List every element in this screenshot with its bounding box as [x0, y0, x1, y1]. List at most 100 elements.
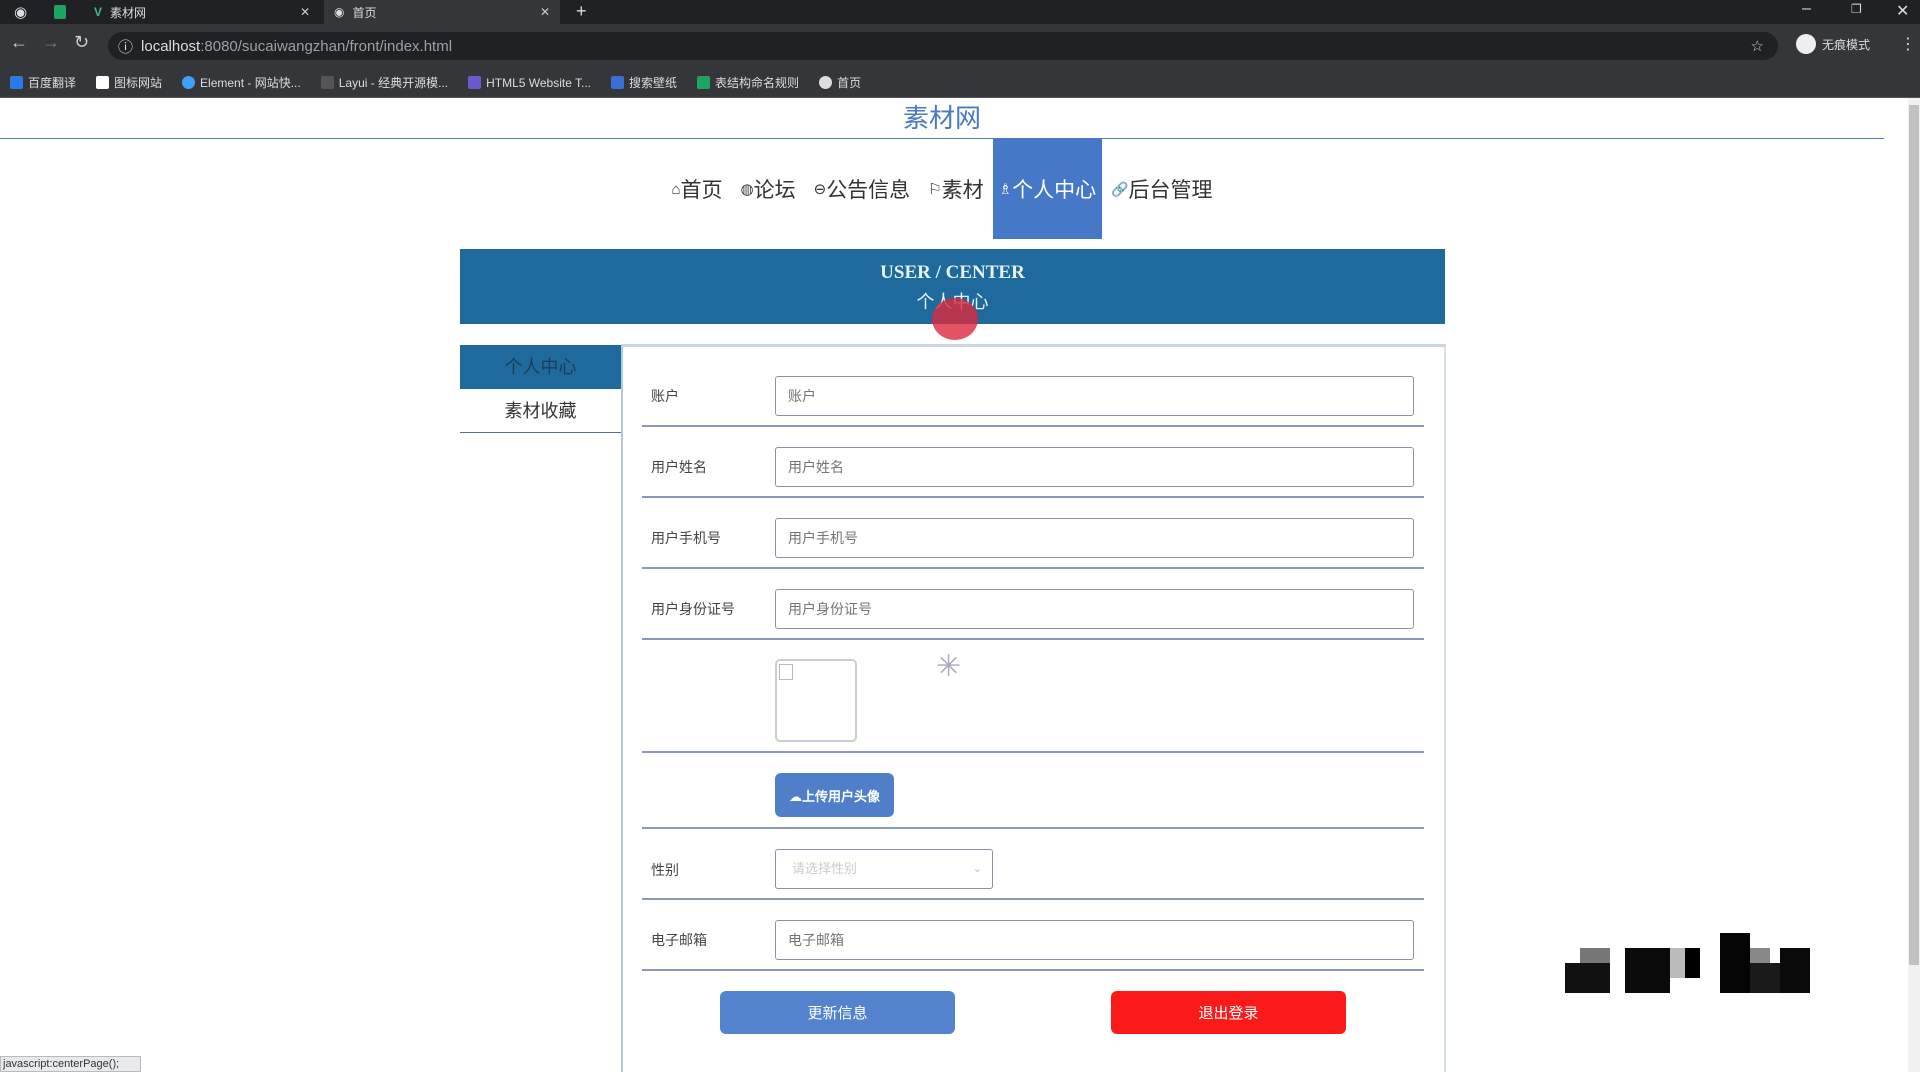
divider — [642, 751, 1424, 753]
close-tab-icon[interactable]: ✕ — [540, 5, 550, 19]
tab-label: 素材网 — [110, 4, 146, 21]
close-window-button[interactable]: ✕ — [1896, 1, 1909, 21]
divider — [642, 969, 1424, 971]
sidebar-item-favorites[interactable]: 素材收藏 — [460, 389, 621, 433]
element-icon — [182, 76, 195, 89]
update-info-button[interactable]: 更新信息 — [720, 991, 955, 1034]
tab-home[interactable]: ◉ 首页 ✕ — [324, 0, 560, 24]
bookmark[interactable]: Layui - 经典开源模... — [321, 74, 448, 91]
browser-tab-bar: ◉ V 素材网 ✕ ◉ 首页 ✕ + – ❐ ✕ — [0, 0, 1920, 24]
bookmark[interactable]: 搜索壁纸 — [611, 74, 677, 91]
nav-admin[interactable]: 🔗后台管理 — [1102, 139, 1221, 239]
notice-icon: ⊖ — [814, 180, 827, 198]
globe-icon[interactable]: ◉ — [14, 3, 27, 21]
bookmark-label: 搜索壁纸 — [629, 74, 677, 91]
home-icon: ⌂ — [671, 181, 680, 198]
tab-label: 首页 — [352, 4, 376, 21]
nav-forum[interactable]: ◍论坛 — [732, 139, 805, 239]
reload-icon[interactable]: ↻ — [74, 32, 89, 53]
wallpaper-icon — [611, 76, 624, 89]
nav-label: 后台管理 — [1129, 174, 1213, 204]
divider — [642, 425, 1424, 427]
account-label: 账户 — [651, 386, 679, 406]
click-indicator — [932, 298, 978, 340]
pixelated-watermark — [1550, 933, 1812, 1005]
close-tab-icon[interactable]: ✕ — [300, 5, 310, 19]
star-icon[interactable]: ☆ — [1751, 37, 1764, 55]
phone-label: 用户手机号 — [651, 528, 721, 548]
logout-button[interactable]: 退出登录 — [1111, 991, 1346, 1034]
scrollbar-thumb[interactable] — [1909, 105, 1919, 965]
bookmark[interactable]: HTML5 Website T... — [468, 76, 591, 90]
sidebar-item-user-center[interactable]: 个人中心 — [460, 345, 621, 389]
cloud-upload-icon: ☁ — [789, 789, 802, 804]
account-input[interactable] — [775, 376, 1414, 416]
nav-notice[interactable]: ⊖公告信息 — [805, 139, 920, 239]
bookmark[interactable]: 首页 — [819, 74, 861, 91]
main-nav: ⌂首页 ◍论坛 ⊖公告信息 ⚐素材 ♗个人中心 🔗后台管理 — [0, 139, 1884, 239]
layui-icon — [321, 76, 334, 89]
nav-home[interactable]: ⌂首页 — [662, 139, 731, 239]
bookmark[interactable]: 表结构命名规则 — [697, 74, 799, 91]
flag-icon — [96, 76, 109, 89]
nav-user-center[interactable]: ♗个人中心 — [993, 139, 1102, 239]
sheet-icon — [697, 76, 710, 89]
incognito-badge[interactable]: 无痕模式 — [1796, 34, 1870, 54]
upload-avatar-button[interactable]: ☁上传用户头像 — [775, 773, 894, 817]
banner-title-en: USER / CENTER — [460, 262, 1445, 284]
divider — [642, 638, 1424, 640]
bookmarks-bar: 百度翻译 图标网站 Element - 网站快... Layui - 经典开源模… — [0, 68, 1920, 98]
gender-placeholder: 请选择性别 — [792, 861, 857, 876]
gender-label: 性别 — [651, 860, 679, 880]
nav-label: 公告信息 — [826, 174, 910, 204]
globe-icon: ◉ — [334, 5, 344, 19]
forward-icon[interactable]: → — [42, 32, 60, 53]
address-bar-row: ← → ↻ ⓘlocalhost:8080/sucaiwangzhan/fron… — [0, 24, 1920, 68]
menu-icon[interactable]: ⋮ — [1900, 34, 1916, 54]
url-host: localhost — [141, 38, 200, 55]
nav-label: 个人中心 — [1012, 174, 1096, 204]
restore-button[interactable]: ❐ — [1851, 2, 1862, 16]
new-tab-button[interactable]: + — [576, 1, 587, 22]
bookmark[interactable]: 百度翻译 — [10, 74, 76, 91]
bookmark[interactable]: 图标网站 — [96, 74, 162, 91]
bookmark-label: Element - 网站快... — [200, 74, 301, 91]
globe-icon — [819, 76, 832, 89]
bookmark-label: 图标网站 — [114, 74, 162, 91]
bookmark-label: 百度翻译 — [28, 74, 76, 91]
broken-image-icon — [779, 664, 793, 680]
email-input[interactable] — [775, 920, 1414, 960]
info-icon: ⓘ — [118, 36, 133, 57]
globe-icon: ◍ — [741, 180, 754, 198]
back-icon[interactable]: ← — [10, 32, 28, 53]
html5-icon — [468, 76, 481, 89]
bookmark-label: 首页 — [837, 74, 861, 91]
idcard-input[interactable] — [775, 589, 1414, 629]
divider — [642, 496, 1424, 498]
phone-input[interactable] — [775, 518, 1414, 558]
gender-select[interactable]: 请选择性别 ⌄ — [775, 849, 993, 889]
nav-label: 素材 — [942, 174, 984, 204]
name-label: 用户姓名 — [651, 457, 707, 477]
user-icon: ♗ — [999, 180, 1012, 198]
upload-label: 上传用户头像 — [802, 789, 880, 804]
name-input[interactable] — [775, 447, 1414, 487]
site-title: 素材网 — [0, 98, 1884, 139]
bookmark-label: Layui - 经典开源模... — [339, 74, 448, 91]
divider — [642, 827, 1424, 829]
incognito-icon — [1796, 34, 1816, 54]
sheet-icon[interactable] — [54, 5, 66, 19]
vue-icon: V — [94, 5, 102, 19]
idcard-label: 用户身份证号 — [651, 599, 735, 619]
nav-label: 首页 — [681, 174, 723, 204]
minimize-button[interactable]: – — [1802, 0, 1811, 18]
tab-sucai[interactable]: V 素材网 ✕ — [84, 0, 320, 24]
chevron-down-icon: ⌄ — [973, 850, 982, 888]
bookmark-label: HTML5 Website T... — [486, 76, 591, 90]
divider — [642, 567, 1424, 569]
nav-material[interactable]: ⚐素材 — [919, 139, 992, 239]
bookmark[interactable]: Element - 网站快... — [182, 74, 301, 91]
translate-icon — [10, 76, 23, 89]
divider — [642, 898, 1424, 900]
url-input[interactable]: ⓘlocalhost:8080/sucaiwangzhan/front/inde… — [108, 32, 1778, 60]
